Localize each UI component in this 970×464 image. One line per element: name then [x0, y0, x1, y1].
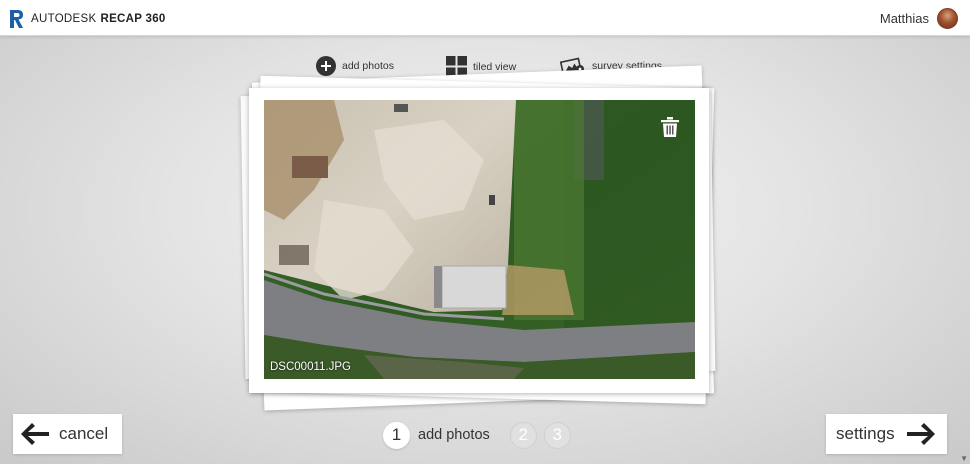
cancel-button[interactable]: cancel	[13, 414, 122, 454]
brand-company: AUTODESK	[31, 13, 97, 25]
step-2-circle[interactable]: 2	[509, 421, 537, 449]
top-bar: AUTODESK RECAP 360 Matthias	[0, 0, 970, 36]
brand-product: RECAP 360	[100, 13, 166, 25]
step-indicator: 1 add photos 2 3	[383, 421, 578, 449]
add-photos-button[interactable]: add photos	[316, 56, 394, 76]
aerial-photo-image	[264, 100, 695, 379]
settings-button[interactable]: settings	[826, 414, 947, 454]
step-3-circle[interactable]: 3	[543, 421, 571, 449]
cancel-label: cancel	[59, 424, 109, 443]
brand-name: AUTODESK RECAP 360	[31, 13, 166, 25]
step-1-label: add photos	[418, 427, 490, 443]
tiled-view-label: tiled view	[473, 60, 517, 73]
trash-icon[interactable]	[661, 117, 679, 137]
avatar[interactable]	[937, 7, 958, 29]
photo-filename: DSC00011.JPG	[270, 361, 351, 373]
arrow-left-icon	[21, 423, 49, 445]
scroll-down-icon[interactable]: ▼	[960, 454, 968, 463]
user-menu[interactable]: Matthias	[880, 7, 958, 29]
user-name[interactable]: Matthias	[880, 11, 929, 26]
add-photos-label: add photos	[342, 60, 394, 72]
brand-logo-link[interactable]: AUTODESK RECAP 360	[9, 8, 166, 30]
recap-logo-icon	[10, 10, 23, 28]
aerial-photo[interactable]	[264, 100, 695, 379]
plus-circle-icon	[316, 56, 336, 76]
settings-label: settings	[836, 424, 895, 443]
arrow-right-icon	[906, 423, 935, 445]
step-1-circle[interactable]: 1	[383, 421, 410, 449]
